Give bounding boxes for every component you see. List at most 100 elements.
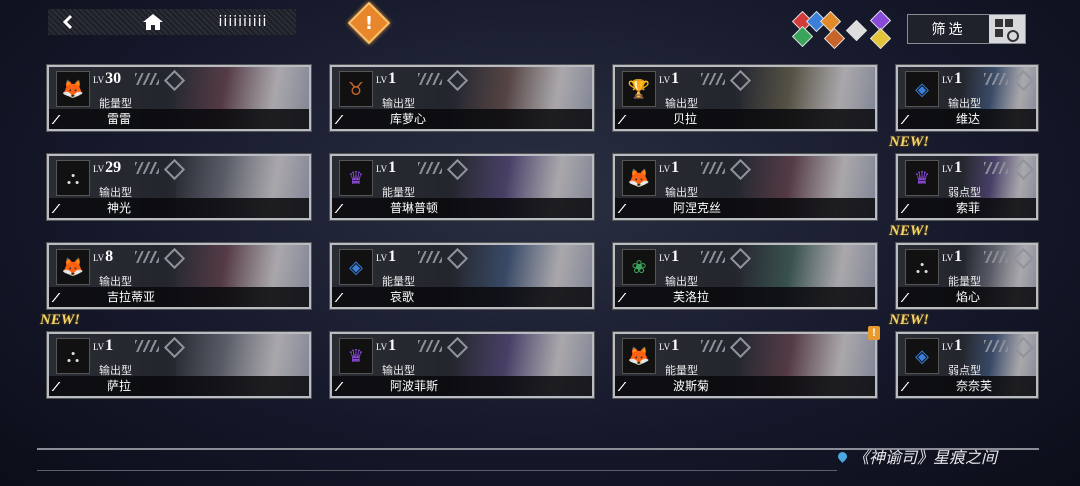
level-label: LV1 xyxy=(376,337,396,355)
element-glyph: ⛬ xyxy=(66,167,80,189)
card-bottom-bar: ⁄⁄⁄⁄ 维达 xyxy=(898,109,1036,129)
alert-mark: ! xyxy=(364,12,374,34)
element-badge-icon: ⛬ xyxy=(56,160,90,196)
level-stripes xyxy=(418,73,442,85)
character-card[interactable]: ⛬ LV29 输出型 ⁄⁄⁄⁄⁄ 神光 xyxy=(47,154,311,220)
character-card[interactable]: 🦊 LV30 能量型 ⁄⁄⁄⁄⁄ 雷雷 xyxy=(47,65,311,131)
level-label: LV8 xyxy=(93,248,113,266)
location-label: 《神谕司》星痕之间 xyxy=(836,444,998,468)
level-label: LV30 xyxy=(93,70,121,88)
level-prefix: LV xyxy=(659,253,671,263)
card-bottom-bar: ⁄⁄⁄⁄ 焰心 xyxy=(898,287,1036,307)
new-tag: NEW! xyxy=(889,312,930,328)
character-card[interactable]: 🦊 LV1 输出型 ⁄⁄⁄⁄ 阿涅克丝 xyxy=(613,154,877,220)
card-bottom-bar: ⁄⁄⁄⁄ 阿涅克丝 xyxy=(615,198,875,218)
level-value: 1 xyxy=(105,337,114,354)
element-glyph: ◈ xyxy=(349,256,363,278)
element-glyph: ⛬ xyxy=(915,256,929,278)
level-prefix: LV xyxy=(93,342,105,352)
level-stripes xyxy=(984,251,1008,263)
element-badge-icon: 🦊 xyxy=(56,249,90,285)
character-card[interactable]: 🏆 LV1 输出型 ⁄⁄⁄⁄ 贝拉 xyxy=(613,65,877,131)
level-value: 30 xyxy=(105,70,122,87)
level-stripes xyxy=(984,73,1008,85)
element-orange-icon[interactable] xyxy=(819,10,842,33)
level-stripes xyxy=(135,251,159,263)
element-badge-icon: 🦊 xyxy=(622,338,656,374)
level-prefix: LV xyxy=(376,164,388,174)
level-stripes xyxy=(418,162,442,174)
level-prefix: LV xyxy=(376,342,388,352)
character-name: 库萝心 xyxy=(390,112,427,126)
warning-icon: ! xyxy=(868,326,880,340)
filter-label: 筛选 xyxy=(931,21,966,37)
element-badge-icon: ♛ xyxy=(339,338,373,374)
level-value: 1 xyxy=(671,159,680,176)
element-glyph: 🏆 xyxy=(627,78,651,100)
element-yellow-icon[interactable] xyxy=(869,27,892,50)
level-prefix: LV xyxy=(942,75,954,85)
menu-button[interactable]: iiiiiiiiii xyxy=(198,9,288,35)
element-glyph: 🦊 xyxy=(627,345,651,367)
level-value: 1 xyxy=(954,248,963,265)
level-value: 1 xyxy=(671,248,680,265)
level-prefix: LV xyxy=(942,253,954,263)
character-card[interactable]: 🦊 LV1 能量型 ⁄⁄⁄⁄ 波斯菊 xyxy=(613,332,877,398)
card-bottom-bar: ⁄⁄⁄⁄ 普琳普顿 xyxy=(332,198,592,218)
element-glyph: 🦊 xyxy=(61,78,85,100)
character-name: 奈奈芙 xyxy=(956,379,993,393)
character-card[interactable]: ❀ LV1 输出型 ⁄⁄⁄⁄ 芙洛拉 xyxy=(613,243,877,309)
element-badge-icon: ❀ xyxy=(622,249,656,285)
element-badge-icon: ⛬ xyxy=(905,249,939,285)
character-card[interactable]: ◈ LV1 能量型 ⁄⁄⁄⁄ 哀歌 xyxy=(330,243,594,309)
element-green-icon[interactable] xyxy=(791,25,814,48)
level-stripes xyxy=(418,251,442,263)
level-value: 1 xyxy=(388,337,397,354)
character-name: 贝拉 xyxy=(673,112,698,126)
character-name: 普琳普顿 xyxy=(390,201,439,215)
element-orange2-icon[interactable] xyxy=(823,27,846,50)
level-value: 1 xyxy=(388,70,397,87)
footer-divider-secondary xyxy=(37,470,837,471)
level-prefix: LV xyxy=(93,164,105,174)
card-bottom-bar: ⁄⁄⁄⁄⁄ 雷雷 xyxy=(49,109,309,129)
alert-icon[interactable]: ! xyxy=(347,1,391,45)
character-name: 焰心 xyxy=(956,290,981,304)
card-bottom-bar: ⁄⁄⁄⁄ 库萝心 xyxy=(332,109,592,129)
character-card[interactable]: ⛬ LV1 输出型 ⁄⁄⁄⁄⁄ 萨拉 xyxy=(47,332,311,398)
character-card[interactable]: ♛ LV1 弱点型 ⁄⁄⁄⁄ 索菲 xyxy=(896,154,1038,220)
level-stripes xyxy=(701,251,725,263)
element-badge-icon: ◈ xyxy=(339,249,373,285)
menu-label: iiiiiiiiii xyxy=(218,14,268,30)
location-text: 《神谕司》星痕之间 xyxy=(853,450,998,467)
character-name: 哀歌 xyxy=(390,290,415,304)
level-stripes xyxy=(984,340,1008,352)
filter-button[interactable]: 筛选 xyxy=(907,14,1026,44)
level-label: LV1 xyxy=(942,159,962,177)
level-label: LV1 xyxy=(659,159,679,177)
element-glyph: 🦊 xyxy=(627,167,651,189)
character-card[interactable]: ♛ LV1 能量型 ⁄⁄⁄⁄ 普琳普顿 xyxy=(330,154,594,220)
character-name: 芙洛拉 xyxy=(673,290,710,304)
character-card[interactable]: ♛ LV1 输出型 ⁄⁄⁄⁄⁄ 阿波菲斯 xyxy=(330,332,594,398)
level-value: 29 xyxy=(105,159,122,176)
character-card[interactable]: ⛬ LV1 能量型 ⁄⁄⁄⁄ 焰心 xyxy=(896,243,1038,309)
level-stripes xyxy=(418,340,442,352)
character-card[interactable]: ♉ LV1 输出型 ⁄⁄⁄⁄ 库萝心 xyxy=(330,65,594,131)
element-badge-icon: ◈ xyxy=(905,338,939,374)
level-value: 1 xyxy=(671,337,680,354)
card-bottom-bar: ⁄⁄⁄⁄ 哀歌 xyxy=(332,287,592,307)
character-card[interactable]: ◈ LV1 输出型 ⁄⁄⁄⁄ 维达 xyxy=(896,65,1038,131)
level-value: 1 xyxy=(388,248,397,265)
element-badge-icon: 🏆 xyxy=(622,71,656,107)
character-card[interactable]: ◈ LV1 弱点型 ⁄⁄⁄⁄ 奈奈芙 xyxy=(896,332,1038,398)
level-value: 1 xyxy=(671,70,680,87)
level-prefix: LV xyxy=(942,342,954,352)
character-card[interactable]: 🦊 LV8 输出型 ⁄⁄⁄⁄⁄ 吉拉蒂亚 xyxy=(47,243,311,309)
card-bottom-bar: ⁄⁄⁄⁄⁄ 吉拉蒂亚 xyxy=(49,287,309,307)
character-name: 维达 xyxy=(956,112,981,126)
element-white-icon[interactable] xyxy=(845,19,868,42)
back-button[interactable] xyxy=(48,9,88,35)
level-label: LV1 xyxy=(659,70,679,88)
home-button[interactable] xyxy=(128,9,178,35)
